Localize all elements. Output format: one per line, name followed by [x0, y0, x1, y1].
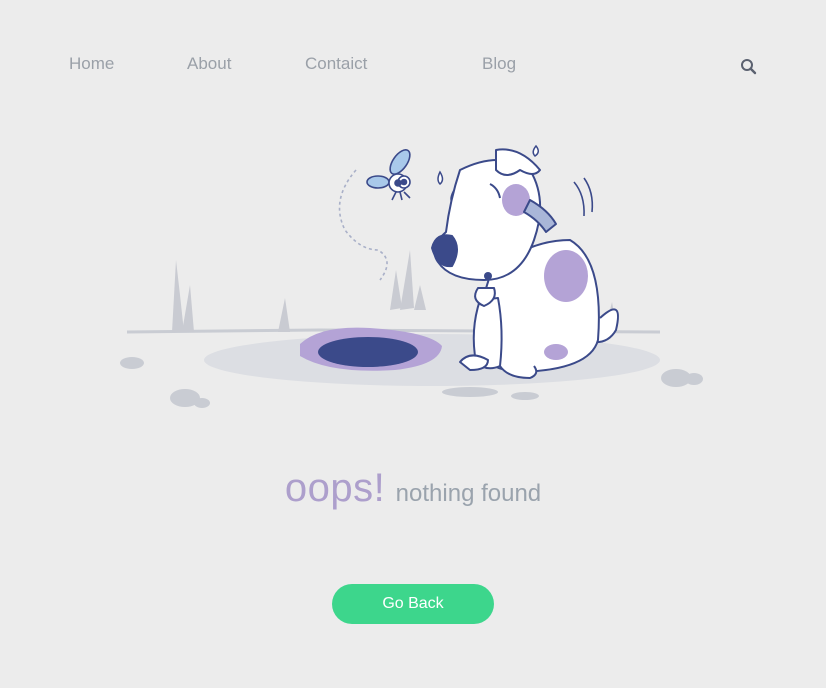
dug-hole [318, 337, 418, 367]
search-button[interactable] [740, 58, 758, 76]
nav-item-home[interactable]: Home [69, 54, 114, 74]
nav-item-blog[interactable]: Blog [482, 54, 516, 74]
fly [338, 149, 411, 281]
empty-state-message: oops! nothing found [0, 466, 826, 511]
top-navigation: Home About Contaict Blog [0, 52, 826, 76]
search-icon [741, 59, 757, 75]
nav-item-contact[interactable]: Contaict [305, 54, 367, 74]
grass-left [172, 260, 290, 332]
motion-lines [573, 177, 594, 217]
sad-dog-illustration [120, 144, 703, 408]
subline: nothing found [395, 480, 542, 507]
nav-item-about[interactable]: About [187, 54, 231, 74]
headline: oops! [284, 466, 386, 510]
go-back-button[interactable]: Go Back [332, 584, 494, 624]
